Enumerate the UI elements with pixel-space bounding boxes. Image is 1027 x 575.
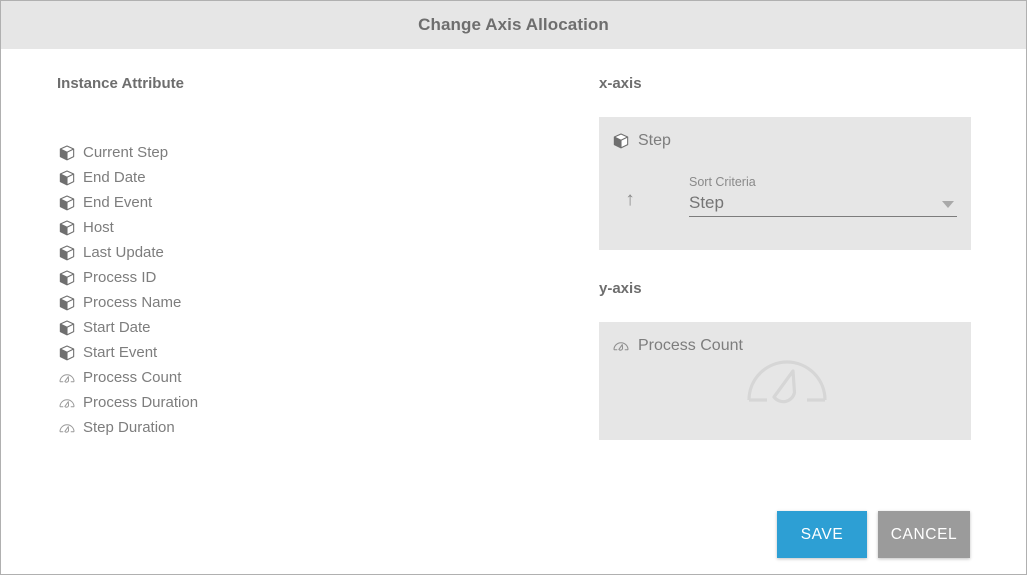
dialog-body: Instance Attribute Current Step End Date E…	[1, 49, 1026, 573]
cube-icon	[57, 143, 77, 163]
list-item-label: Current Step	[83, 143, 169, 161]
instance-attribute-list: Current Step End Date End Event Host Last Up…	[57, 140, 517, 440]
list-item[interactable]: Step Duration	[57, 415, 517, 440]
list-item-label: Start Event	[83, 343, 158, 361]
cancel-button[interactable]: CANCEL	[878, 511, 970, 558]
list-item-label: Process Name	[83, 293, 182, 311]
cube-icon	[57, 218, 77, 238]
axis-allocation-section: x-axis Step ↑ Sort Criteria Step y-axis …	[599, 75, 971, 440]
gauge-icon	[57, 368, 77, 388]
list-item[interactable]: Current Step	[57, 140, 517, 165]
x-axis-attribute-chip[interactable]: Step	[611, 131, 671, 151]
gauge-icon	[741, 344, 833, 414]
list-item-label: End Date	[83, 168, 146, 186]
x-axis-attribute-label: Step	[638, 132, 671, 149]
list-item-label: Process Count	[83, 368, 182, 386]
y-axis-panel[interactable]: Process Count	[599, 322, 971, 440]
gauge-icon	[611, 336, 631, 356]
sort-criteria-value: Step	[689, 193, 724, 212]
x-axis-panel[interactable]: Step ↑ Sort Criteria Step	[599, 117, 971, 250]
list-item-label: Start Date	[83, 318, 151, 336]
list-item-label: Last Update	[83, 243, 164, 261]
sort-criteria-label: Sort Criteria	[689, 175, 756, 189]
instance-attribute-heading: Instance Attribute	[57, 75, 184, 92]
change-axis-allocation-dialog: Change Axis Allocation Instance Attribut…	[0, 0, 1027, 575]
cube-icon	[57, 318, 77, 338]
list-item[interactable]: Process Name	[57, 290, 517, 315]
page-title: Change Axis Allocation	[418, 15, 609, 34]
cube-icon	[57, 243, 77, 263]
cube-icon	[57, 293, 77, 313]
list-item-label: Host	[83, 218, 114, 236]
save-button[interactable]: SAVE	[777, 511, 867, 558]
list-item[interactable]: Start Date	[57, 315, 517, 340]
list-item[interactable]: End Date	[57, 165, 517, 190]
list-item[interactable]: End Event	[57, 190, 517, 215]
x-axis-heading: x-axis	[599, 75, 642, 92]
list-item[interactable]: Start Event	[57, 340, 517, 365]
cube-icon	[57, 343, 77, 363]
gauge-icon	[57, 418, 77, 438]
instance-attribute-section: Instance Attribute Current Step End Date E…	[57, 75, 517, 440]
cube-icon	[611, 131, 631, 151]
y-axis-attribute-chip[interactable]: Process Count	[611, 336, 743, 356]
list-item[interactable]: Process Duration	[57, 390, 517, 415]
x-axis-sort-row: ↑ Sort Criteria Step	[617, 174, 957, 217]
cube-icon	[57, 268, 77, 288]
sort-criteria-select[interactable]: Sort Criteria Step	[689, 174, 957, 217]
gauge-icon	[57, 393, 77, 413]
list-item-label: Process ID	[83, 268, 157, 286]
list-item[interactable]: Host	[57, 215, 517, 240]
list-item-label: Process Duration	[83, 393, 199, 411]
cube-icon	[57, 168, 77, 188]
arrow-up-icon[interactable]: ↑	[617, 183, 643, 217]
y-axis-attribute-label: Process Count	[638, 337, 743, 354]
dialog-footer: SAVE CANCEL	[777, 511, 970, 558]
dialog-header: Change Axis Allocation	[1, 1, 1026, 49]
y-axis-heading: y-axis	[599, 280, 642, 297]
list-item-label: End Event	[83, 193, 153, 211]
list-item[interactable]: Last Update	[57, 240, 517, 265]
list-item[interactable]: Process ID	[57, 265, 517, 290]
list-item-label: Step Duration	[83, 418, 175, 436]
cube-icon	[57, 193, 77, 213]
list-item[interactable]: Process Count	[57, 365, 517, 390]
chevron-down-icon[interactable]	[942, 201, 954, 208]
